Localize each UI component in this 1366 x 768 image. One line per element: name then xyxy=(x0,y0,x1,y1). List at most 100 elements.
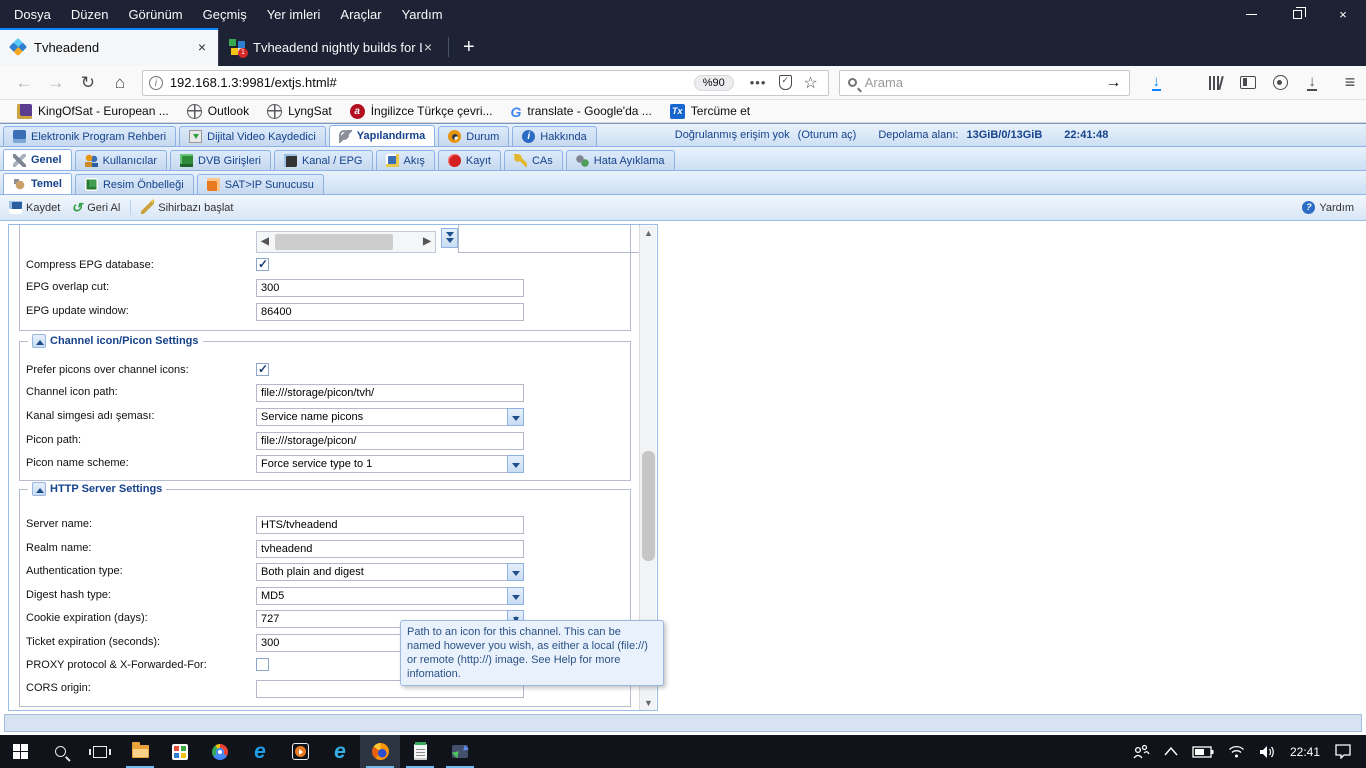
combo-value[interactable] xyxy=(256,455,524,473)
menu-yerimleri[interactable]: Yer imleri xyxy=(259,4,329,25)
scroll-up-icon[interactable]: ▲ xyxy=(640,226,657,240)
menu-araclar[interactable]: Araçlar xyxy=(332,4,389,25)
start-wizard-button[interactable]: Sihirbazı başlat xyxy=(136,197,238,216)
chevron-down-icon[interactable] xyxy=(507,563,524,581)
tab-close-icon[interactable]: × xyxy=(422,39,434,55)
digest-hash-type-combo[interactable] xyxy=(256,587,524,605)
tab-cas[interactable]: CAs xyxy=(503,150,563,170)
home-button[interactable]: ⌂ xyxy=(104,69,136,97)
remote-desktop-button[interactable] xyxy=(440,735,480,768)
bookmark-google-translate[interactable]: Gtranslate - Google'da ... xyxy=(502,100,661,123)
menu-dosya[interactable]: Dosya xyxy=(6,4,59,25)
url-bar[interactable]: i 192.168.1.3:9981/extjs.html# %90 ••• ☆ xyxy=(141,69,829,96)
window-restore-button[interactable] xyxy=(1274,0,1320,28)
prefer-picons-checkbox[interactable] xyxy=(256,362,269,376)
bookmark-lyngsat[interactable]: LyngSat xyxy=(258,100,341,123)
scrollbar-thumb[interactable] xyxy=(642,451,655,561)
chevron-down-icon[interactable] xyxy=(507,455,524,473)
undo-button[interactable]: ↺ Geri Al xyxy=(65,199,125,216)
menu-gorunum[interactable]: Görünüm xyxy=(120,4,190,25)
pocket-icon[interactable] xyxy=(779,75,793,90)
downloads-button[interactable]: ↓ xyxy=(1140,69,1172,97)
picon-path-input[interactable] xyxy=(256,432,524,450)
sidebar-button[interactable] xyxy=(1232,69,1264,97)
tab-debugging[interactable]: Hata Ayıklama xyxy=(565,150,675,170)
reload-button[interactable]: ↻ xyxy=(72,69,104,97)
tab-tvheadend[interactable]: Tvheadend × xyxy=(0,28,218,66)
tab-epg[interactable]: Elektronik Program Rehberi xyxy=(3,126,177,146)
chrome-button[interactable] xyxy=(200,735,240,768)
epg-overlap-cut-input[interactable] xyxy=(256,279,524,297)
file-explorer-button[interactable] xyxy=(120,735,160,768)
server-name-input[interactable] xyxy=(256,516,524,534)
bookmark-ceviri[interactable]: a İngilizce Türkçe çevri... xyxy=(341,100,502,123)
media-player-button[interactable] xyxy=(280,735,320,768)
search-placeholder[interactable]: Arama xyxy=(865,75,1106,90)
help-button[interactable]: Yardım xyxy=(1297,199,1362,216)
menu-hamburger-button[interactable]: ≡ xyxy=(1334,69,1366,97)
picon-name-scheme-combo[interactable] xyxy=(256,455,524,473)
bookmark-star-icon[interactable]: ☆ xyxy=(803,73,817,93)
zoom-level-badge[interactable]: %90 xyxy=(693,74,734,91)
tray-expand-chevron-icon[interactable] xyxy=(1164,747,1178,756)
tab-close-icon[interactable]: × xyxy=(196,39,208,55)
menu-yardim[interactable]: Yardım xyxy=(394,4,451,25)
chevron-down-icon[interactable] xyxy=(507,587,524,605)
scroll-down-icon[interactable]: ▼ xyxy=(640,696,657,710)
battery-icon[interactable] xyxy=(1192,745,1214,758)
chevron-down-icon[interactable] xyxy=(507,408,524,426)
start-button[interactable] xyxy=(0,735,40,768)
combo-value[interactable] xyxy=(256,408,524,426)
tab-image-cache[interactable]: Resim Önbelleği xyxy=(74,174,194,194)
page-actions-icon[interactable]: ••• xyxy=(750,75,767,90)
library-button[interactable] xyxy=(1200,69,1232,97)
tab-satip-server[interactable]: SAT>IP Sunucusu xyxy=(196,174,324,194)
internet-explorer-button[interactable]: e xyxy=(320,735,360,768)
collapse-fieldset-button[interactable] xyxy=(32,482,46,496)
edge-button[interactable]: e xyxy=(240,735,280,768)
people-icon[interactable] xyxy=(1132,744,1150,760)
bookmark-kingofsat[interactable]: KingOfSat - European ... xyxy=(8,100,178,123)
bookmark-outlook[interactable]: Outlook xyxy=(178,100,258,123)
epg-update-window-input[interactable] xyxy=(256,303,524,321)
window-minimize-button[interactable] xyxy=(1228,0,1274,28)
search-bar[interactable]: Arama → xyxy=(838,69,1131,96)
compress-epg-checkbox[interactable] xyxy=(256,257,269,271)
tab-status[interactable]: Durum xyxy=(438,126,510,146)
menu-duzen[interactable]: Düzen xyxy=(63,4,117,25)
tab-general[interactable]: Genel xyxy=(3,149,72,170)
account-button[interactable] xyxy=(1264,69,1296,97)
volume-icon[interactable] xyxy=(1259,745,1276,759)
back-button[interactable]: ← xyxy=(8,69,40,97)
save-button[interactable]: Kaydet xyxy=(4,199,65,216)
tab-channel-epg[interactable]: Kanal / EPG xyxy=(273,150,373,170)
taskbar-search-button[interactable] xyxy=(40,735,80,768)
tab-nightly-builds[interactable]: Tvheadend nightly builds for LE × xyxy=(218,28,444,66)
wifi-icon[interactable] xyxy=(1228,745,1245,758)
forward-button[interactable]: → xyxy=(40,69,72,97)
collapse-fieldset-button[interactable] xyxy=(32,334,46,348)
firefox-button[interactable] xyxy=(360,735,400,768)
site-info-icon[interactable]: i xyxy=(148,75,163,90)
tab-users[interactable]: Kullanıcılar xyxy=(74,150,167,170)
tab-about[interactable]: Hakkında xyxy=(512,126,597,146)
tab-dvb-inputs[interactable]: DVB Girişleri xyxy=(170,150,271,170)
channel-icon-scheme-combo[interactable] xyxy=(256,408,524,426)
authentication-type-combo[interactable] xyxy=(256,563,524,581)
url-text[interactable]: 192.168.1.3:9981/extjs.html# xyxy=(170,75,694,90)
bookmark-tercume[interactable]: Tx Tercüme et xyxy=(661,100,759,123)
proxy-protocol-checkbox[interactable] xyxy=(256,658,269,671)
action-center-icon[interactable] xyxy=(1334,744,1352,759)
combo-value[interactable] xyxy=(256,563,524,581)
search-go-icon[interactable]: → xyxy=(1105,74,1121,92)
window-close-button[interactable]: × xyxy=(1320,0,1366,28)
task-view-button[interactable] xyxy=(80,735,120,768)
login-link[interactable]: (Oturum aç) xyxy=(798,129,857,141)
microsoft-store-button[interactable] xyxy=(160,735,200,768)
tab-stream[interactable]: Akış xyxy=(375,150,435,170)
tab-base[interactable]: Temel xyxy=(3,173,72,194)
extension-download-button[interactable]: ↓ xyxy=(1296,69,1328,97)
channel-icon-path-input[interactable] xyxy=(256,384,524,402)
combo-value[interactable] xyxy=(256,587,524,605)
tab-recording[interactable]: Kayıt xyxy=(437,150,501,170)
